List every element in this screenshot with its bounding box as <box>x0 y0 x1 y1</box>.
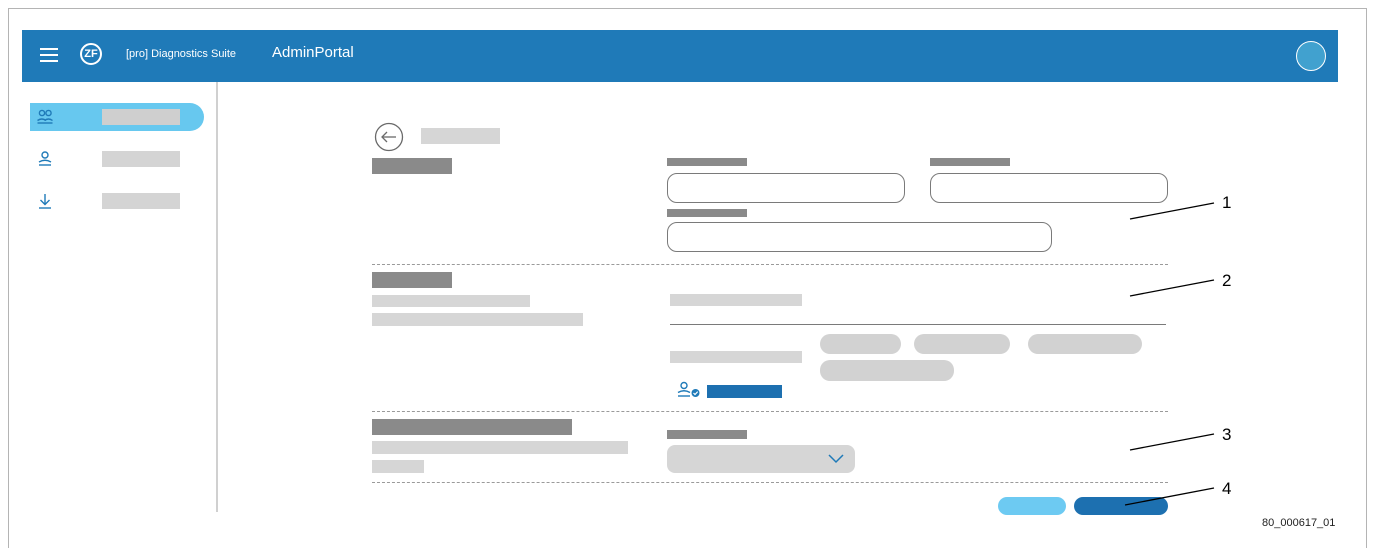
role-chip[interactable] <box>1028 334 1142 354</box>
role-chip[interactable] <box>820 334 901 354</box>
figure-code: 80_000617_01 <box>1262 517 1336 529</box>
first-name-input[interactable] <box>667 173 905 203</box>
role-chip[interactable] <box>914 334 1010 354</box>
sidebar-item-label <box>102 109 180 125</box>
chevron-down-icon <box>828 454 844 464</box>
sidebar-item-users[interactable] <box>30 103 204 131</box>
section-title-personal <box>372 158 452 174</box>
section-description <box>372 441 628 454</box>
sidebar-item-label <box>102 193 180 209</box>
zf-logo: ZF <box>80 43 102 65</box>
back-arrow-icon[interactable] <box>374 122 404 152</box>
selected-roles-label <box>670 351 802 363</box>
email-field[interactable] <box>667 222 1052 252</box>
language-select[interactable] <box>667 445 855 473</box>
app-header: ZF [pro] Diagnostics Suite AdminPortal <box>22 30 1338 82</box>
sidebar-item-user[interactable] <box>30 145 204 173</box>
section-title-roles <box>372 272 452 288</box>
section-description <box>372 313 583 326</box>
cancel-button[interactable] <box>998 497 1066 515</box>
role-search-underline[interactable] <box>670 324 1166 325</box>
page-title <box>421 128 500 144</box>
download-icon <box>39 194 51 209</box>
field-label-first-name <box>667 158 747 166</box>
hamburger-menu-icon[interactable] <box>40 48 58 62</box>
assign-role-link[interactable] <box>707 385 782 398</box>
avatar[interactable] <box>1296 41 1326 71</box>
field-label-email <box>667 209 747 217</box>
field-label-last-name <box>930 158 1010 166</box>
section-divider <box>372 482 1168 483</box>
user-verified-icon <box>677 381 700 397</box>
sidebar-item-label <box>102 151 180 167</box>
section-title-language <box>372 419 572 435</box>
field-label-language <box>667 430 747 439</box>
section-divider <box>372 264 1168 265</box>
callout-number: 4 <box>1222 479 1232 498</box>
callout-number: 3 <box>1222 425 1232 444</box>
user-icon <box>38 151 52 166</box>
section-description <box>372 460 424 473</box>
app-title: AdminPortal <box>272 44 354 61</box>
save-button[interactable] <box>1074 497 1168 515</box>
section-divider <box>372 411 1168 412</box>
callout-number: 1 <box>1222 193 1232 212</box>
last-name-input[interactable] <box>930 173 1168 203</box>
role-chip[interactable] <box>820 360 954 381</box>
callout-number: 2 <box>1222 271 1232 290</box>
sidebar <box>22 82 218 512</box>
section-description <box>372 295 530 307</box>
product-name: [pro] Diagnostics Suite <box>126 48 237 60</box>
role-search-label <box>670 294 802 306</box>
users-group-icon <box>37 109 53 124</box>
sidebar-item-downloads[interactable] <box>30 187 204 215</box>
